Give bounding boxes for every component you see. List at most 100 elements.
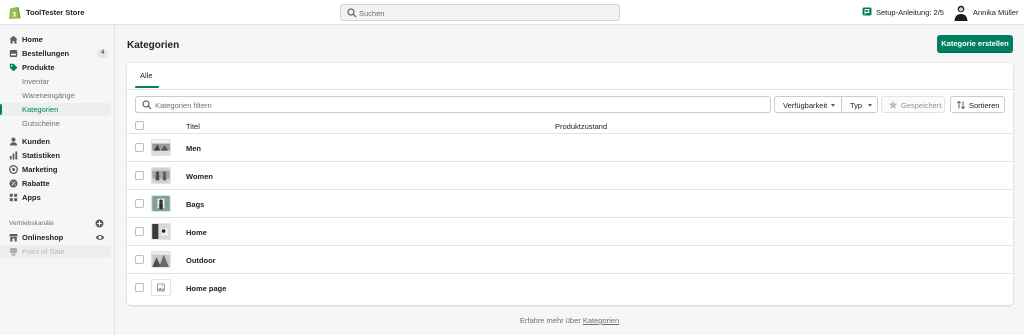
sidebar-item-customers[interactable]: Kunden [0,135,111,148]
pos-icon [10,248,17,256]
sidebar-item-label: Inventar [22,77,50,86]
sidebar-item-label: Statistiken [22,151,60,160]
active-indicator [0,104,2,115]
sidebar-item-gift-cards[interactable]: Gutscheine [0,117,111,130]
sidebar-item-orders[interactable]: Bestellungen 4 [0,47,111,60]
sidebar-item-label: Rabatte [22,179,50,188]
search-icon [142,100,152,110]
row-checkbox[interactable] [135,255,144,264]
sales-channels-heading: Vertriebskanäle [9,220,54,227]
collection-title[interactable]: Home page [186,284,226,293]
sidebar-item-marketing[interactable]: Marketing [0,163,111,176]
sidebar-item-products[interactable]: Produkte [0,61,111,74]
sidebar-item-label: Marketing [22,165,58,174]
tab-all[interactable]: Alle [135,63,159,89]
discount-icon [9,179,18,188]
store-name[interactable]: ToolTester Store [26,8,84,17]
sidebar-item-label: Produkte [22,63,55,72]
collection-thumbnail [151,223,171,240]
collection-title[interactable]: Women [186,172,213,181]
orders-count-badge: 4 [97,49,108,58]
sidebar-item-collections[interactable]: Kategorien [0,103,111,116]
footer-help: Erfahre mehr über Kategorien [115,316,1024,325]
table-row[interactable]: Women [127,162,1013,190]
setup-guide-label: Setup-Anleitung: 2/5 [876,8,944,17]
star-icon [888,100,898,109]
collection-title[interactable]: Men [186,144,201,153]
table-row[interactable]: Men [127,134,1013,162]
avatar [954,5,968,21]
sidebar-item-point-of-sale[interactable]: Point of Sale [0,245,111,258]
tag-icon [9,63,18,72]
create-collection-button[interactable]: Kategorie erstellen [937,35,1013,53]
marketing-icon [9,165,18,174]
saved-searches-button[interactable]: Gespeichert [881,96,945,113]
search-bar[interactable]: Suchen [340,4,620,21]
sidebar-item-transfers[interactable]: Wareneingänge [0,89,111,102]
footer-text: Erfahre mehr über [519,316,581,325]
tab-label: Alle [140,71,153,80]
image-placeholder-icon [151,279,171,296]
availability-filter-button[interactable]: Verfügbarkeit [774,96,842,113]
search-placeholder: Suchen [359,9,385,18]
collection-title[interactable]: Home [186,228,207,237]
sidebar-item-label: Gutscheine [22,119,60,128]
row-checkbox[interactable] [135,227,144,236]
sidebar-item-label: Kunden [22,137,50,146]
sidebar-item-label: Wareneingänge [22,91,75,100]
top-bar: ToolTester Store Suchen Setup-Anleitung:… [0,0,1024,25]
page-title: Kategorien [127,40,180,51]
tabs-divider [127,89,1013,90]
table-row[interactable]: Bags [127,190,1013,218]
orders-icon [9,50,18,57]
row-checkbox[interactable] [135,283,144,292]
table-row[interactable]: Outdoor [127,246,1013,274]
collection-thumbnail [151,167,171,184]
table-row[interactable]: Home page [127,274,1013,302]
eye-icon[interactable] [95,233,105,242]
row-checkbox[interactable] [135,171,144,180]
collection-thumbnail [151,139,171,156]
sidebar-item-inventory[interactable]: Inventar [0,75,111,88]
search-icon [347,8,357,18]
tab-active-underline [135,86,159,88]
filter-input[interactable]: Kategorien filtern [135,96,771,113]
sidebar: Home Bestellungen 4 Produkte Inventar Wa… [0,25,115,335]
column-title: Titel [186,122,200,131]
flag-icon [862,7,872,16]
table-row[interactable]: Home [127,218,1013,246]
saved-label: Gespeichert [901,101,942,110]
sort-icon [956,100,966,110]
filter-placeholder: Kategorien filtern [155,101,212,110]
sidebar-item-label: Bestellungen [22,49,70,58]
collections-card: Alle Kategorien filtern Verfügbarkeit Ty… [127,63,1013,305]
person-icon [9,137,18,146]
sidebar-item-label: Point of Sale [22,247,65,256]
sidebar-item-home[interactable]: Home [0,33,111,46]
user-name: Annika Müller [973,8,1019,17]
row-checkbox[interactable] [135,199,144,208]
collection-thumbnail [151,251,171,268]
table-header: Titel Produktzustand [127,118,1013,134]
type-filter-button[interactable]: Typ [841,96,878,113]
collection-thumbnail [151,195,171,212]
chevron-down-icon [831,104,835,107]
sidebar-item-label: Onlineshop [22,233,64,242]
collection-title[interactable]: Bags [186,200,204,209]
sidebar-item-discounts[interactable]: Rabatte [0,177,111,190]
type-label: Typ [850,101,863,110]
chart-icon [9,151,18,160]
sidebar-item-label: Home [22,35,43,44]
sidebar-item-apps[interactable]: Apps [0,191,111,204]
collection-title[interactable]: Outdoor [186,256,216,265]
row-checkbox[interactable] [135,143,144,152]
home-icon [9,35,18,44]
footer-link[interactable]: Kategorien [583,316,619,325]
sort-label: Sortieren [969,101,1000,110]
apps-icon [9,193,18,202]
shopify-logo-icon[interactable] [8,5,21,20]
select-all-checkbox[interactable] [135,121,144,130]
sort-button[interactable]: Sortieren [950,96,1005,113]
add-channel-icon[interactable] [95,219,104,228]
sidebar-item-analytics[interactable]: Statistiken [0,149,111,162]
